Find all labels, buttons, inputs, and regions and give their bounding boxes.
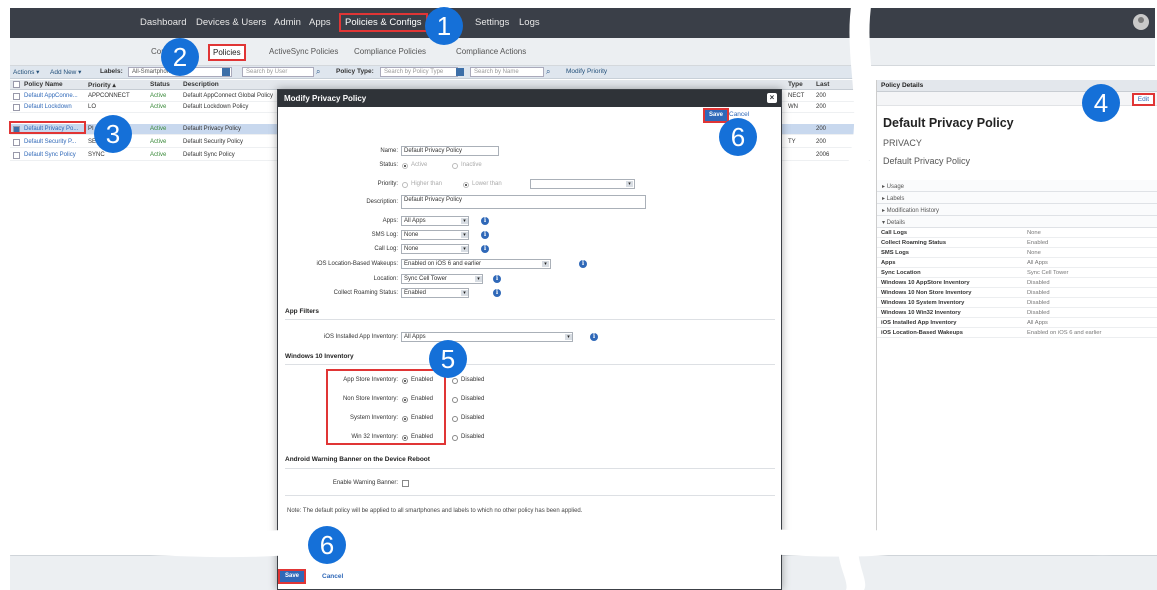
step-callout-5: 5: [429, 340, 467, 378]
step-callout-2: 2: [161, 38, 199, 76]
step-callout-3: 3: [94, 115, 132, 153]
step-callout-1: 1: [425, 7, 463, 45]
torn-edge-overlay: [0, 0, 1157, 590]
step-callout-6-top: 6: [719, 118, 757, 156]
step-callout-6-bottom: 6: [308, 526, 346, 564]
step-callout-4: 4: [1082, 84, 1120, 122]
